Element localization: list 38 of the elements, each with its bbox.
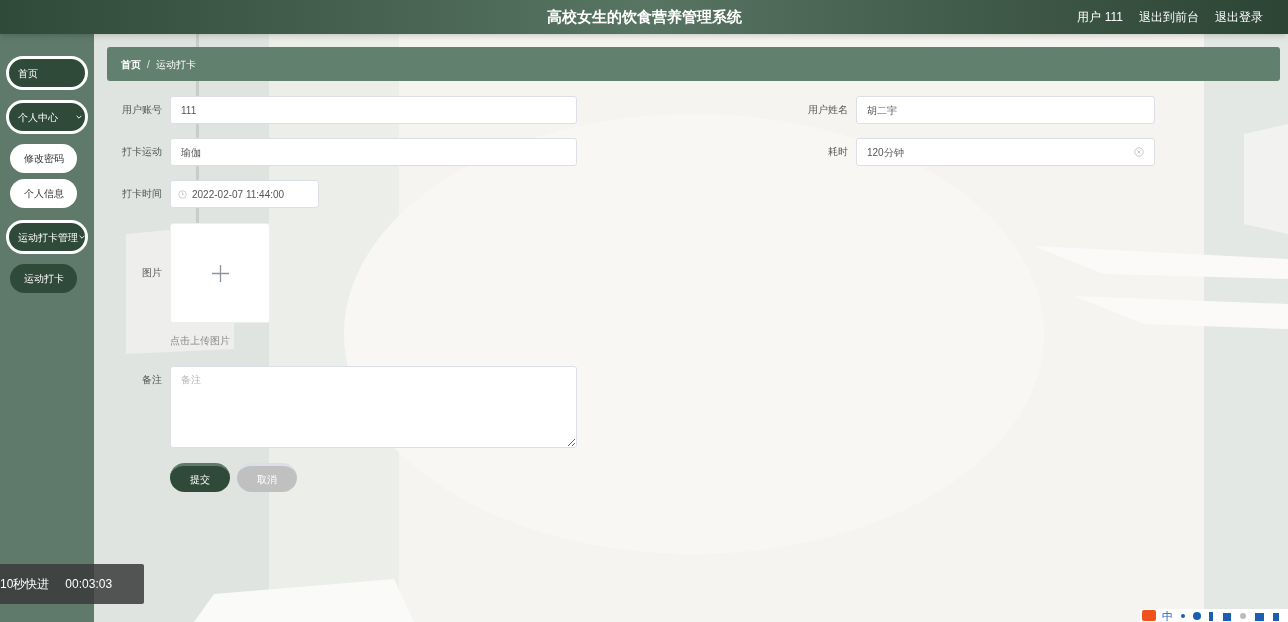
submenu-item[interactable]: 运动打卡 xyxy=(10,264,77,293)
input-field[interactable]: 111 xyxy=(170,96,577,124)
playback-time: 00:03:03 xyxy=(65,576,113,593)
header-link[interactable]: 退出到前台 xyxy=(1139,8,1199,26)
plus-icon xyxy=(211,264,229,282)
submit-button[interactable]: 提交 xyxy=(170,463,230,492)
fast-forward-label: 10秒快进 xyxy=(0,576,50,593)
input-field[interactable]: 瑜伽 xyxy=(170,138,577,166)
submenu-item[interactable]: 修改密码 xyxy=(10,144,77,173)
field-label: 耗时 xyxy=(828,146,848,157)
field-label: 用户姓名 xyxy=(808,104,848,115)
breadcrumb-link[interactable]: 运动打卡 xyxy=(155,56,196,72)
field-label: 用户账号 xyxy=(122,104,162,115)
input-field[interactable]: 120分钟 xyxy=(856,138,1155,166)
input-field[interactable]: 胡二宇 xyxy=(856,96,1155,124)
menu-item[interactable]: 个人中心 xyxy=(6,100,88,134)
menu-item[interactable]: 运动打卡管理 xyxy=(6,220,88,254)
upload-box[interactable] xyxy=(170,223,270,323)
clear-icon[interactable] xyxy=(1134,147,1144,157)
field-label: 图片 xyxy=(142,267,162,278)
input-method-logo-icon[interactable] xyxy=(1142,610,1156,621)
field-label: 打卡时间 xyxy=(122,188,162,199)
date-time-field[interactable]: 2022-02-07 11:44:00 xyxy=(170,180,319,208)
menu-item[interactable]: 首页 xyxy=(6,56,88,90)
header-link[interactable]: 退出登录 xyxy=(1215,8,1263,26)
breadcrumb-separator: / xyxy=(147,57,150,72)
header-link[interactable]: 用户 111 xyxy=(1077,8,1123,26)
chevron-down-icon xyxy=(75,113,83,121)
input-mode-toggle[interactable]: 中 xyxy=(1162,610,1173,622)
field-label: 打卡运动 xyxy=(122,146,162,157)
note-field[interactable]: 备注 xyxy=(170,366,577,448)
chevron-down-icon xyxy=(78,233,86,241)
clock-icon xyxy=(178,189,187,199)
app-title: 高校女生的饮食营养管理系统 xyxy=(546,7,742,25)
field-label: 备注 xyxy=(142,374,162,385)
submenu-item[interactable]: 个人信息 xyxy=(10,179,77,208)
upload-hint: 点击上传图片 xyxy=(170,334,231,348)
breadcrumb-link[interactable]: 首页 xyxy=(121,56,141,72)
